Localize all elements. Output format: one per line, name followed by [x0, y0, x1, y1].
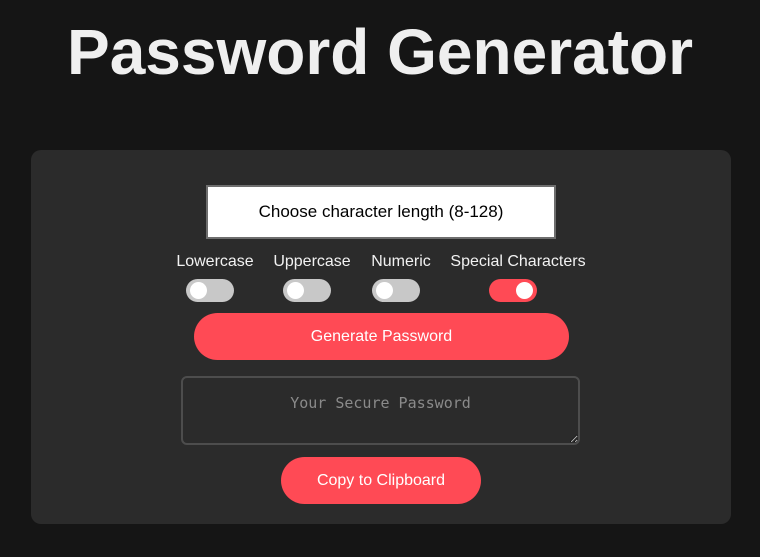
toggle-knob — [190, 282, 207, 299]
character-length-input[interactable] — [206, 185, 556, 239]
copy-to-clipboard-button[interactable]: Copy to Clipboard — [281, 457, 481, 504]
page-title: Password Generator — [67, 16, 693, 88]
toggle-knob — [516, 282, 533, 299]
special-characters-label: Special Characters — [450, 253, 586, 270]
numeric-toggle[interactable] — [372, 279, 420, 302]
generate-password-button[interactable]: Generate Password — [194, 313, 569, 360]
lowercase-label: Lowercase — [176, 253, 254, 270]
lowercase-toggle[interactable] — [186, 279, 234, 302]
generator-card: Lowercase Uppercase Numeric Special Char… — [31, 150, 731, 524]
toggle-knob — [376, 282, 393, 299]
uppercase-label: Uppercase — [273, 253, 351, 270]
toggle-knob — [287, 282, 304, 299]
numeric-label: Numeric — [371, 253, 431, 270]
uppercase-toggle[interactable] — [283, 279, 331, 302]
special-characters-toggle[interactable] — [489, 279, 537, 302]
password-output[interactable] — [181, 376, 580, 445]
